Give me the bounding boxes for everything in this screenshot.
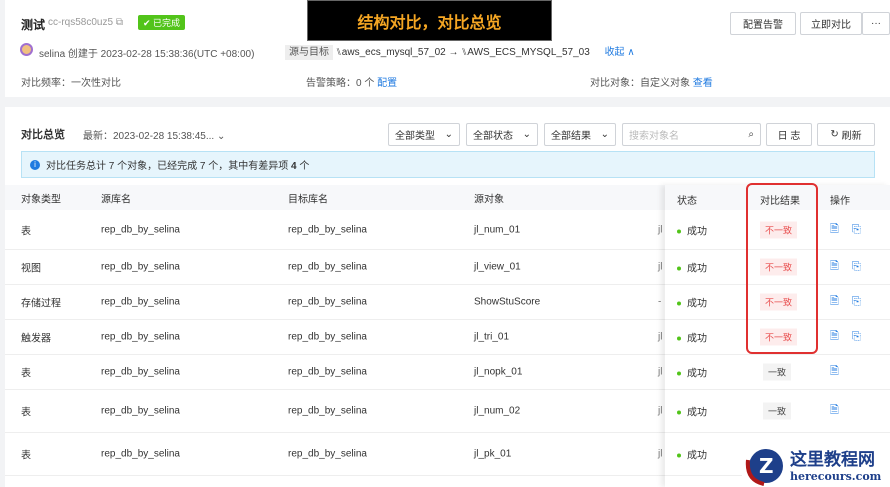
report-icon[interactable]: 🗎	[830, 293, 839, 312]
column-header: 目标库名	[288, 194, 328, 205]
cell-dst_db: rep_db_by_selina	[288, 405, 367, 417]
status-success: 成功	[677, 447, 707, 462]
svg-text:Z: Z	[759, 454, 774, 478]
report-icon[interactable]: 🗎	[830, 220, 839, 239]
highlight-box	[746, 183, 818, 354]
column-header: 源对象	[474, 194, 504, 205]
type-filter[interactable]: 全部类型 ⌄	[388, 123, 460, 146]
task-title: 测试	[21, 18, 46, 32]
status-filter[interactable]: 全部状态 ⌄	[466, 123, 538, 146]
cell-dst_db: rep_db_by_selina	[288, 224, 367, 235]
search-input[interactable]: 搜索对象名 ⌕	[622, 123, 761, 146]
cell-type: 表	[21, 407, 31, 419]
cell-type: 表	[21, 450, 31, 462]
status-success: 成功	[677, 365, 707, 380]
result-filter[interactable]: 全部结果 ⌄	[544, 123, 616, 146]
status-badge: ✔ 已完成	[138, 15, 186, 30]
cell-obj: jl_tri_01	[474, 331, 510, 343]
configure-alert-button[interactable]: 配置告警	[730, 12, 796, 35]
configure-alert-link[interactable]: 配置	[377, 78, 397, 89]
cell-obj: jl_pk_01	[474, 448, 512, 460]
refresh-icon: ↻	[830, 129, 839, 140]
cell-obj: jl_num_02	[474, 405, 521, 417]
compare-now-button[interactable]: 立即对比	[800, 12, 862, 35]
cell-type: 表	[21, 226, 31, 237]
table-row-actions: 成功 一致 🗎	[665, 390, 890, 433]
latest-select[interactable]: 最新：2023-02-28 15:38:45... ⌄	[83, 127, 225, 142]
report-icon[interactable]: 🗎	[830, 402, 839, 421]
column-header: 操作	[830, 196, 850, 207]
cell-obj: jl_view_01	[474, 261, 521, 273]
avatar	[20, 43, 33, 56]
cell-truncated: jl	[658, 331, 663, 343]
refresh-button[interactable]: ↻ 刷新	[817, 123, 875, 146]
column-header: 对象类型	[21, 194, 61, 205]
report-icon[interactable]: 🗎	[830, 363, 839, 382]
info-icon: i	[30, 159, 40, 170]
cell-src_db: rep_db_by_selina	[101, 261, 180, 273]
cell-src_db: rep_db_by_selina	[101, 366, 180, 378]
more-button[interactable]: ···	[862, 12, 890, 35]
search-icon: ⌕	[748, 129, 754, 140]
status-success: 成功	[677, 295, 707, 310]
result-tag: 一致	[763, 402, 792, 420]
column-header: 源库名	[101, 194, 131, 205]
result-tag: 一致	[763, 363, 792, 381]
cell-truncated: jl	[658, 261, 663, 273]
status-success: 成功	[677, 222, 707, 237]
cell-type: 表	[21, 368, 31, 380]
collapse-link[interactable]: 收起 ∧	[605, 47, 635, 58]
watermark-logo: Z 这里教程网 herecours.com	[742, 440, 890, 487]
diff-detail-icon[interactable]: ⎘	[852, 296, 861, 309]
overview-title: 对比总览	[21, 129, 65, 141]
diff-detail-icon[interactable]: ⎘	[852, 331, 861, 344]
cell-src_db: rep_db_by_selina	[101, 296, 180, 308]
diff-detail-icon[interactable]: ⎘	[852, 261, 861, 274]
cell-src_db: rep_db_by_selina	[101, 331, 180, 343]
chevron-down-icon: ⌄	[522, 129, 531, 140]
chevron-down-icon: ⌄	[444, 129, 453, 140]
copy-icon[interactable]: ⧉	[116, 17, 123, 28]
cell-truncated: jl	[658, 224, 663, 235]
cell-dst_db: rep_db_by_selina	[288, 261, 367, 273]
cell-obj: ShowStuScore	[474, 296, 541, 308]
cell-dst_db: rep_db_by_selina	[288, 331, 367, 343]
cell-type: 触发器	[21, 333, 51, 345]
compare-objects: 对比对象：自定义对象 查看	[590, 78, 713, 89]
chevron-down-icon: ⌄	[600, 129, 609, 140]
cell-type: 存储过程	[21, 298, 61, 310]
cell-obj: jl_num_01	[474, 224, 521, 235]
status-success: 成功	[677, 404, 707, 419]
status-success: 成功	[677, 330, 707, 345]
cell-type: 视图	[21, 263, 41, 275]
cell-truncated: jl	[658, 405, 663, 417]
cell-truncated: -	[658, 296, 662, 308]
info-alert: i 对比任务总计 7 个对象，已经完成 7 个，其中有差异项 4 个	[21, 151, 875, 178]
alert-policy: 告警策略：0 个 配置	[306, 78, 398, 89]
log-button[interactable]: 日 志	[766, 123, 812, 146]
table-row-actions: 成功 一致 🗎	[665, 355, 890, 390]
view-objects-link[interactable]: 查看	[693, 78, 713, 89]
cell-dst_db: rep_db_by_selina	[288, 366, 367, 378]
cell-dst_db: rep_db_by_selina	[288, 448, 367, 460]
status-success: 成功	[677, 260, 707, 275]
cell-src_db: rep_db_by_selina	[101, 448, 180, 460]
cell-src_db: rep_db_by_selina	[101, 405, 180, 417]
column-header: 状态	[677, 196, 697, 207]
report-icon[interactable]: 🗎	[830, 328, 839, 347]
cell-truncated: jl	[658, 366, 663, 378]
src-target: 源与目标 ⑊aws_ecs_mysql_57_02 → ⑊AWS_ECS_MYS…	[285, 43, 635, 60]
cell-src_db: rep_db_by_selina	[101, 224, 180, 235]
frequency: 对比频率：一次性对比	[21, 78, 121, 89]
cell-obj: jl_nopk_01	[474, 366, 523, 378]
task-id: cc-rqs58c0uz5 ⧉	[48, 17, 123, 28]
caption-banner: 结构对比，对比总览	[307, 0, 552, 41]
creator-info: selina 创建于 2023-02-28 15:38:36(UTC +08:0…	[39, 49, 255, 60]
diff-detail-icon[interactable]: ⎘	[852, 223, 861, 236]
cell-truncated: jl	[658, 448, 663, 460]
cell-dst_db: rep_db_by_selina	[288, 296, 367, 308]
report-icon[interactable]: 🗎	[830, 258, 839, 277]
